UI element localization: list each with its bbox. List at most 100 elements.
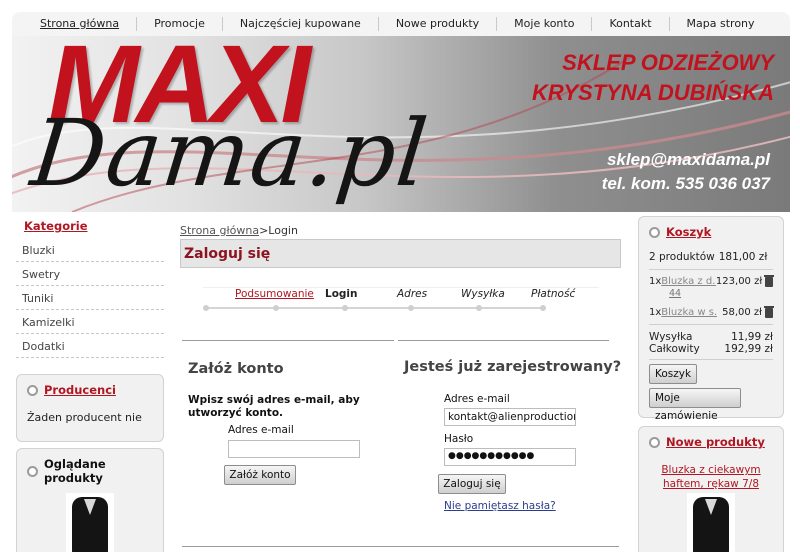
login-heading: Jesteś już zarejestrowany? bbox=[404, 359, 622, 375]
total-row: Całkowity 192,99 zł bbox=[649, 343, 773, 355]
viewed-product-thumbnail[interactable] bbox=[66, 493, 114, 552]
cart-heading-label[interactable]: Koszyk bbox=[666, 225, 711, 239]
step-dot bbox=[476, 305, 482, 311]
register-email-input[interactable] bbox=[228, 440, 360, 458]
right-sidebar: Koszyk 2 produktów 181,00 zł 1x Bluzka z… bbox=[638, 216, 784, 552]
new-products-heading[interactable]: Nowe produkty bbox=[649, 435, 773, 449]
producers-heading[interactable]: Producenci bbox=[27, 383, 153, 397]
cart-item-size[interactable]: 44 bbox=[649, 288, 773, 299]
login-email-input[interactable]: kontakt@alienproduction.co bbox=[444, 408, 576, 426]
divider bbox=[182, 546, 619, 547]
steps-track bbox=[205, 307, 545, 309]
shop-name-line1: SKLEP ODZIEŻOWY bbox=[562, 50, 774, 75]
login-password-input[interactable]: ●●●●●●●●●●● bbox=[444, 448, 576, 466]
cart-item-price: 58,00 zł bbox=[722, 307, 762, 318]
total-value: 192,99 zł bbox=[724, 343, 773, 355]
producers-text: Żaden producent nie bbox=[27, 411, 142, 424]
create-account-button[interactable]: Załóż konto bbox=[224, 465, 296, 485]
cart-summary-total: 181,00 zł bbox=[718, 251, 768, 263]
category-dodatki[interactable]: Dodatki bbox=[16, 334, 164, 358]
shipping-row: Wysyłka 11,99 zł bbox=[649, 331, 773, 343]
cart-count: 2 produktów bbox=[649, 251, 715, 263]
divider bbox=[649, 269, 773, 270]
step-login: Login bbox=[325, 288, 358, 300]
cart-box: Koszyk 2 produktów 181,00 zł 1x Bluzka z… bbox=[638, 216, 784, 422]
breadcrumb-home[interactable]: Strona główna bbox=[180, 224, 259, 237]
divider bbox=[398, 340, 609, 341]
trash-icon[interactable] bbox=[764, 305, 774, 318]
divider bbox=[649, 359, 773, 360]
page-title: Zaloguj się bbox=[180, 239, 621, 268]
step-dot bbox=[408, 305, 414, 311]
producers-box: Producenci Żaden producent nie bbox=[16, 374, 164, 442]
nav-bestsellers[interactable]: Najczęściej kupowane bbox=[221, 17, 378, 31]
shipping-value: 11,99 zł bbox=[731, 331, 773, 343]
viewed-products-box: Oglądane produkty bbox=[16, 448, 164, 552]
nav-contact[interactable]: Kontakt bbox=[591, 17, 668, 31]
nav-new-products[interactable]: Nowe produkty bbox=[377, 17, 496, 31]
step-summary[interactable]: Podsumowanie bbox=[235, 288, 314, 300]
trash-icon[interactable] bbox=[764, 274, 774, 287]
step-dot bbox=[342, 305, 348, 311]
cart-heading[interactable]: Koszyk bbox=[649, 225, 773, 239]
category-bluzki[interactable]: Bluzki bbox=[16, 238, 164, 262]
divider bbox=[649, 324, 773, 325]
header-banner: MAXI Dama.pl SKLEP ODZIEŻOWY KRYSTYNA DU… bbox=[12, 36, 790, 212]
viewed-products-heading: Oglądane produkty bbox=[27, 457, 153, 485]
step-shipping: Wysyłka bbox=[461, 288, 505, 300]
cart-summary: 2 produktów 181,00 zł bbox=[649, 251, 773, 263]
bullet-icon bbox=[27, 465, 38, 477]
nav-sitemap[interactable]: Mapa strony bbox=[668, 17, 772, 31]
login-email-label: Adres e-mail bbox=[444, 393, 510, 405]
cart-item-name[interactable]: Bluzka w s... bbox=[661, 307, 717, 318]
register-note: Wpisz swój adres e-mail, aby utworzyć ko… bbox=[188, 394, 360, 419]
breadcrumb-separator: > bbox=[259, 224, 269, 237]
my-orders-button[interactable]: Moje zamówienie bbox=[649, 388, 741, 422]
login-password-label: Hasło bbox=[444, 433, 474, 445]
step-dot bbox=[273, 305, 279, 311]
cart-item-qty: 1x bbox=[649, 307, 662, 318]
forgot-password-link[interactable]: Nie pamiętasz hasła? bbox=[444, 500, 556, 512]
breadcrumb: Strona główna>Login bbox=[180, 224, 621, 237]
new-product-thumbnail[interactable] bbox=[687, 493, 735, 552]
new-product-link[interactable]: Bluzka z ciekawym haftem, rękaw 7/8 bbox=[649, 463, 773, 491]
total-label: Całkowity bbox=[649, 343, 700, 355]
new-products-box: Nowe produkty Bluzka z ciekawym haftem, … bbox=[638, 426, 784, 552]
login-button[interactable]: Zaloguj się bbox=[438, 474, 506, 494]
nav-home[interactable]: Strona główna bbox=[26, 17, 136, 31]
register-heading: Załóż konto bbox=[188, 361, 284, 377]
category-kamizelki[interactable]: Kamizelki bbox=[16, 310, 164, 334]
register-email-label: Adres e-mail bbox=[228, 424, 294, 436]
nav-promotions[interactable]: Promocje bbox=[136, 17, 222, 31]
categories-heading[interactable]: Kategorie bbox=[16, 216, 164, 238]
checkout-steps: Podsumowanie Login Adres Wysyłka Płatnoś… bbox=[203, 287, 599, 311]
nav-my-account[interactable]: Moje konto bbox=[496, 17, 591, 31]
bullet-icon bbox=[649, 436, 660, 448]
step-dot bbox=[203, 305, 209, 311]
step-payment: Płatność bbox=[531, 288, 576, 300]
shop-name-line2: KRYSTYNA DUBIŃSKA bbox=[531, 80, 774, 105]
cart-item: 1x Bluzka w s... 58,00 zł bbox=[649, 305, 774, 318]
category-tuniki[interactable]: Tuniki bbox=[16, 286, 164, 310]
bullet-icon bbox=[649, 226, 660, 238]
shop-phone: tel. kom. 535 036 037 bbox=[601, 174, 770, 193]
cart-item-price: 123,00 zł bbox=[715, 276, 763, 287]
divider bbox=[182, 340, 394, 341]
cart-item-qty: 1x bbox=[649, 276, 662, 287]
producers-heading-label[interactable]: Producenci bbox=[44, 383, 116, 397]
shop-email: sklep@maxidama.pl bbox=[606, 150, 770, 169]
cart-item-name[interactable]: Bluzka z d... bbox=[661, 276, 716, 287]
top-navigation: Strona główna Promocje Najczęściej kupow… bbox=[12, 12, 790, 36]
cart-button[interactable]: Koszyk bbox=[649, 364, 697, 384]
page: Strona główna Promocje Najczęściej kupow… bbox=[0, 0, 800, 552]
breadcrumb-current: Login bbox=[268, 224, 298, 237]
new-products-heading-label[interactable]: Nowe produkty bbox=[666, 435, 765, 449]
main-content: Strona główna>Login Zaloguj się Podsumow… bbox=[180, 224, 621, 547]
step-dot bbox=[540, 305, 546, 311]
cart-item: 1x Bluzka z d... 123,00 zł bbox=[649, 274, 774, 287]
logo-dama[interactable]: Dama.pl bbox=[26, 100, 433, 207]
step-address: Adres bbox=[397, 288, 428, 300]
viewed-products-heading-label: Oglądane produkty bbox=[44, 457, 106, 485]
shipping-label: Wysyłka bbox=[649, 331, 693, 343]
category-swetry[interactable]: Swetry bbox=[16, 262, 164, 286]
